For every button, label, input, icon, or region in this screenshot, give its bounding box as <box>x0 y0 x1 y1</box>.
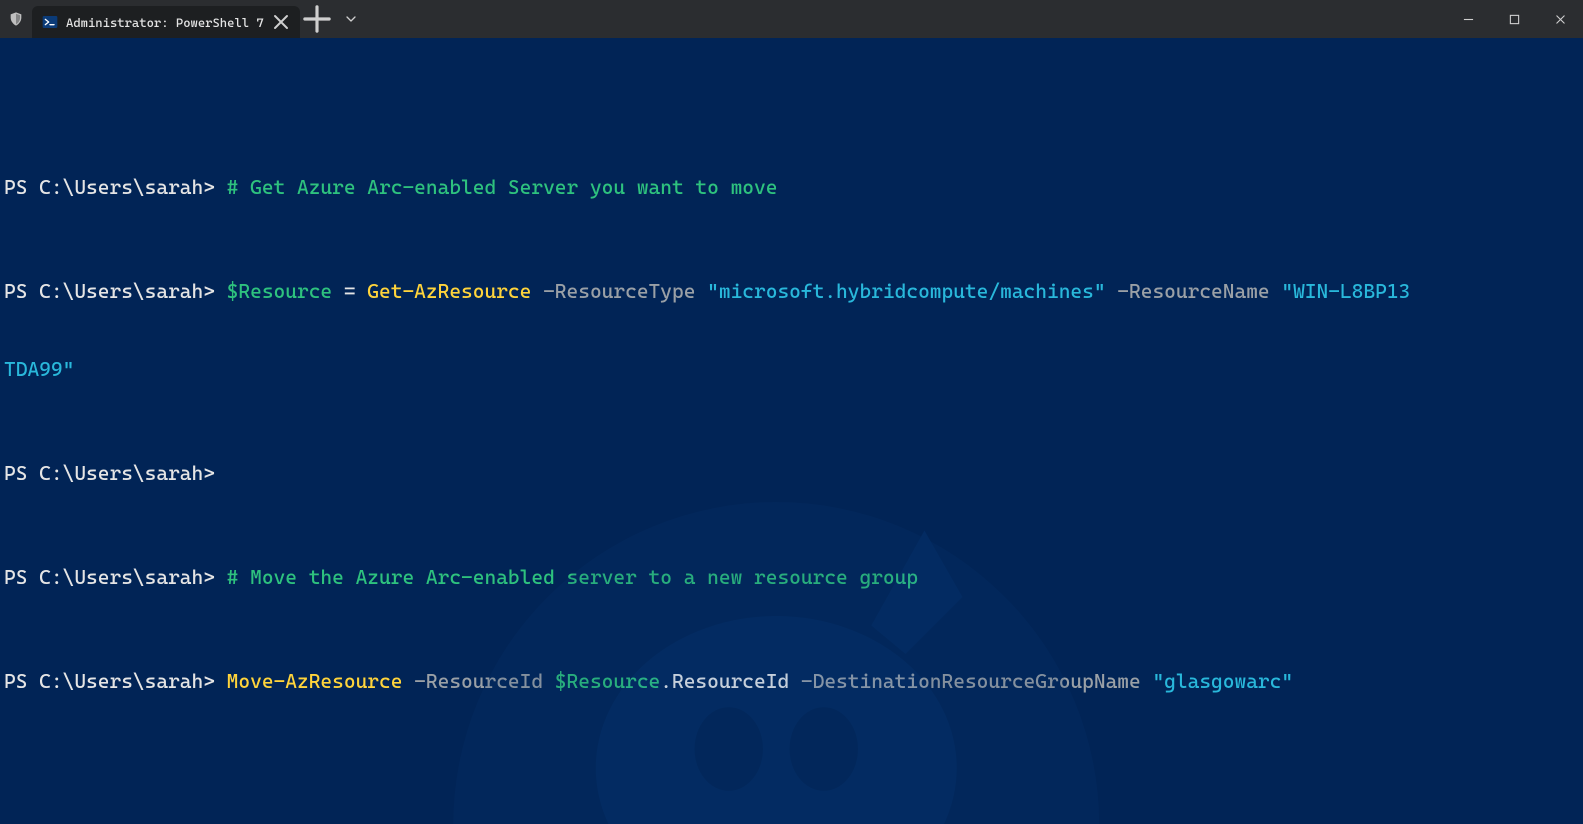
term-line: PS C:\Users\sarah> <box>4 460 1579 486</box>
tab-title: Administrator: PowerShell 7 <box>66 15 264 30</box>
tab-dropdown-button[interactable] <box>334 0 368 38</box>
term-line <box>4 772 1579 798</box>
admin-shield-icon <box>0 0 32 38</box>
term-line: PS C:\Users\sarah> $Resource = Get-AzRes… <box>4 278 1579 304</box>
term-line: TDA99" <box>4 356 1579 382</box>
tab-powershell[interactable]: Administrator: PowerShell 7 <box>32 6 300 38</box>
powershell-icon <box>42 14 58 30</box>
watermark-icon: Techie Lass <box>396 393 1188 824</box>
close-window-button[interactable] <box>1537 0 1583 38</box>
term-line: PS C:\Users\sarah> # Move the Azure Arc-… <box>4 564 1579 590</box>
window: Administrator: PowerShell 7 <box>0 0 1583 824</box>
term-line: PS C:\Users\sarah> # Get Azure Arc-enabl… <box>4 174 1579 200</box>
minimize-button[interactable] <box>1445 0 1491 38</box>
tab-region: Administrator: PowerShell 7 <box>0 0 368 38</box>
tab-close-icon[interactable] <box>272 13 290 31</box>
window-controls <box>1445 0 1583 38</box>
maximize-button[interactable] <box>1491 0 1537 38</box>
new-tab-button[interactable] <box>300 0 334 38</box>
titlebar[interactable]: Administrator: PowerShell 7 <box>0 0 1583 38</box>
terminal[interactable]: Techie Lass PS C:\Users\sarah> # Get Azu… <box>0 38 1583 824</box>
term-line: PS C:\Users\sarah> Move-AzResource -Reso… <box>4 668 1579 694</box>
